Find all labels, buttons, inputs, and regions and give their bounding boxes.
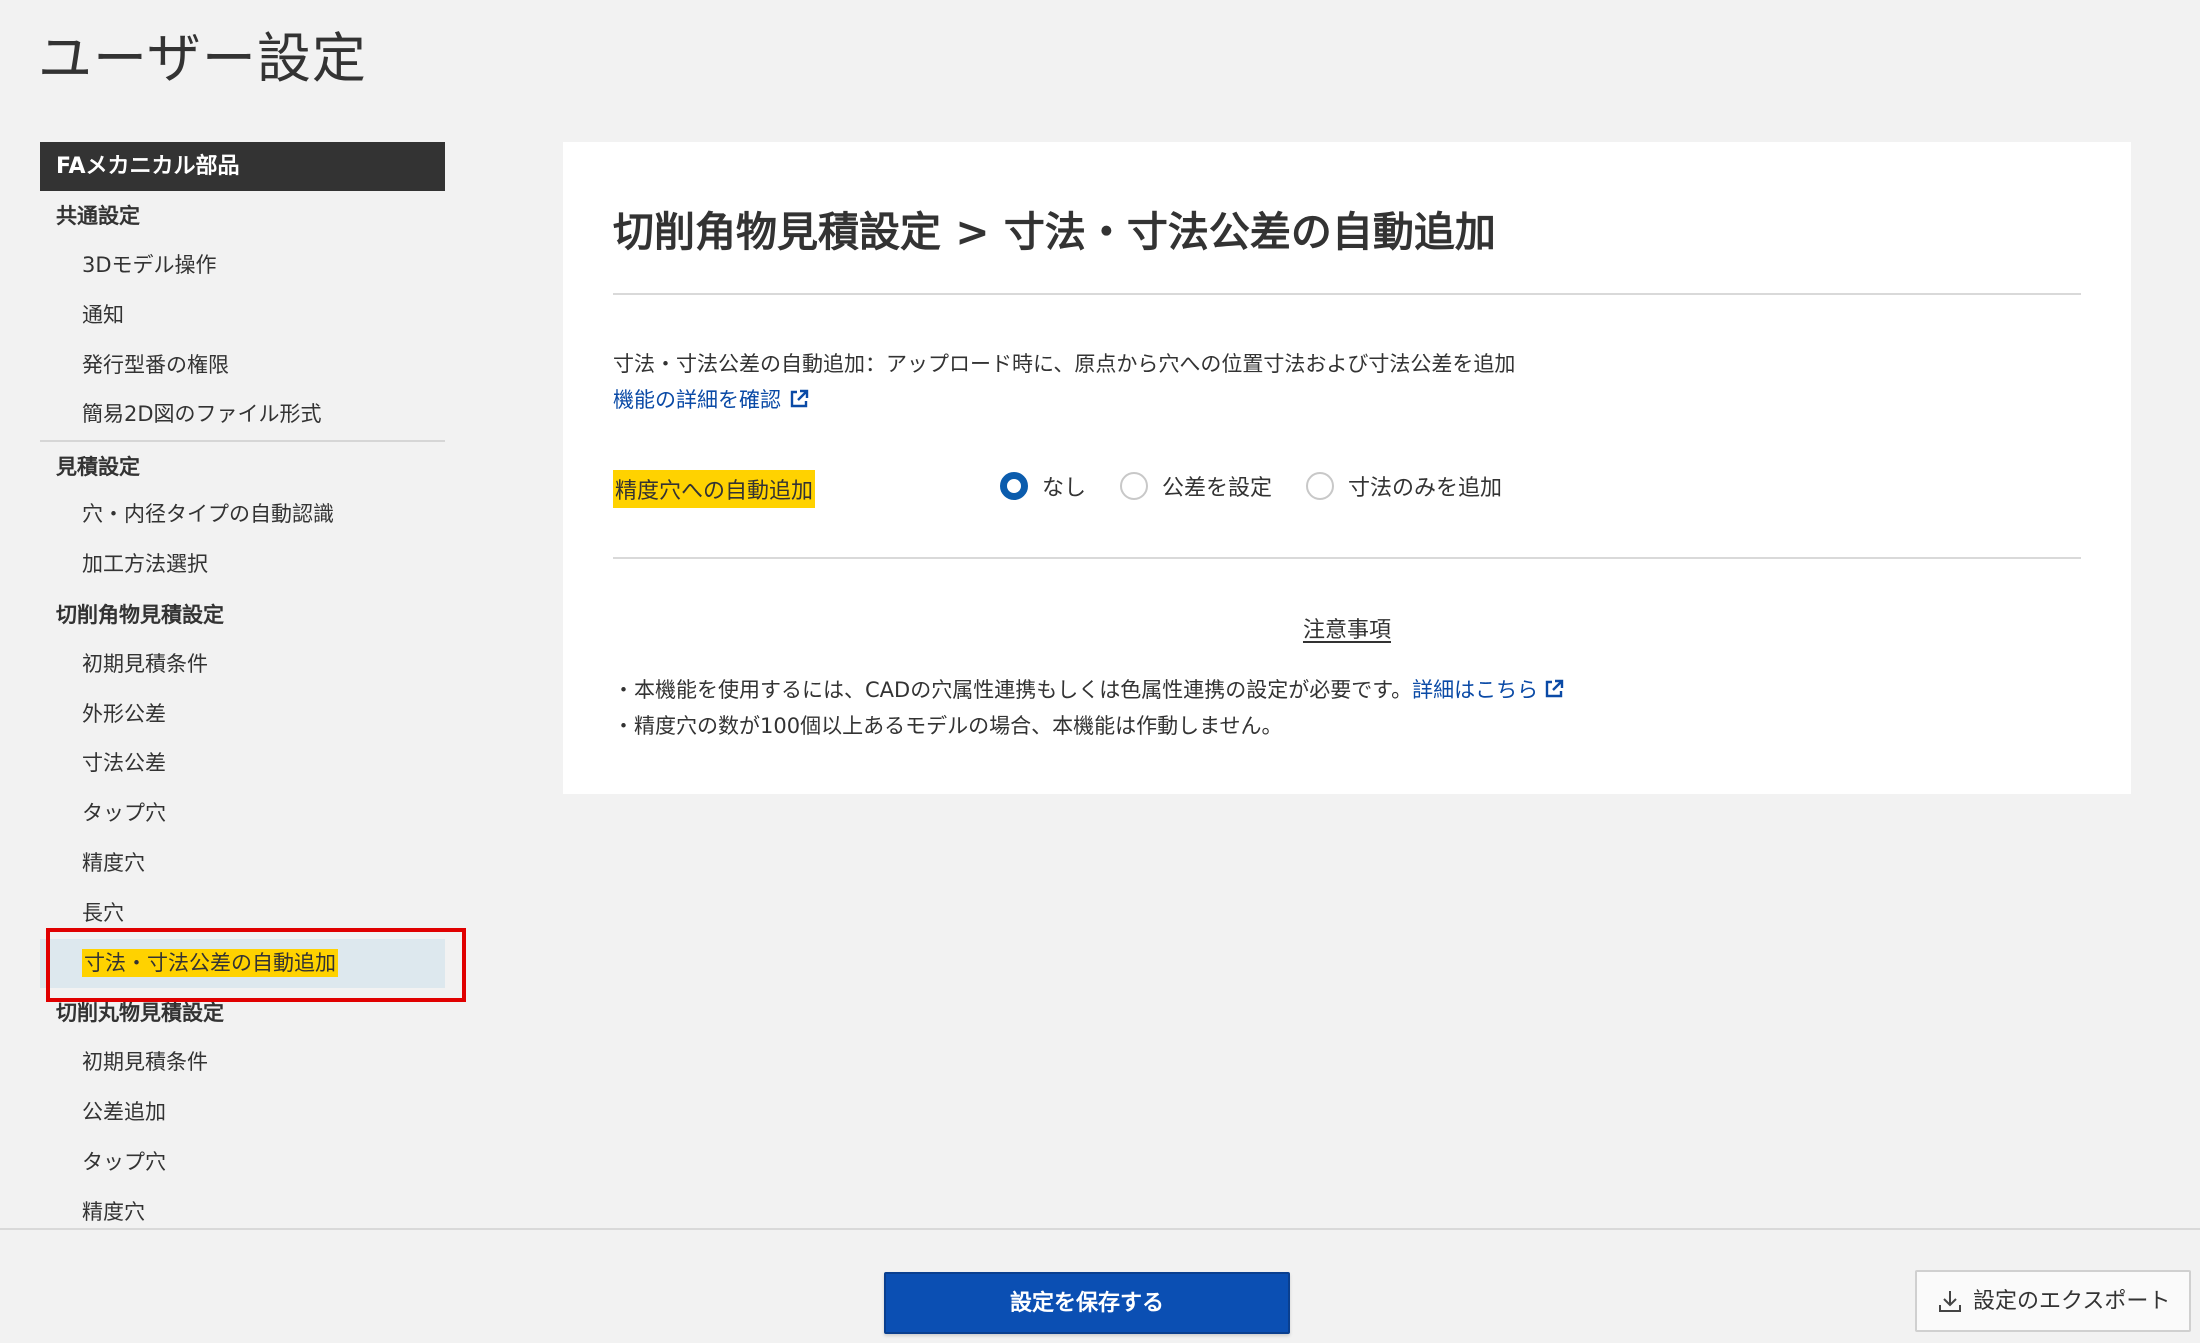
radio-unselected[interactable]	[1120, 472, 1149, 500]
sidebar: FAメカニカル部品 共通設定 3Dモデル操作 通知 発行型番の権限 簡易2D図の…	[40, 142, 445, 1229]
footer-bar: 設定を保存する 設定のエクスポート	[0, 1228, 2200, 1343]
sidebar-item-hole-auto-recognition[interactable]: 穴・内径タイプの自動認識	[40, 490, 445, 540]
sidebar-item-part-number-permission[interactable]: 発行型番の権限	[40, 341, 445, 391]
feature-description: 寸法・寸法公差の自動追加：アップロード時に、原点から穴への位置寸法および寸法公差…	[613, 352, 1516, 376]
sidebar-item-round-precision-hole[interactable]: 精度穴	[40, 1188, 445, 1229]
page-title: ユーザー設定	[38, 27, 367, 90]
precision-hole-auto-add-radio-group: なし 公差を設定 寸法のみを追加	[1000, 470, 1536, 502]
radio-selected[interactable]	[1000, 472, 1028, 500]
radio-option-set-tolerance[interactable]: 公差を設定	[1120, 470, 1272, 502]
radio-option-label: 公差を設定	[1162, 476, 1273, 501]
note-text: ・本機能を使用するには、CADの穴属性連携もしくは色属性連携の設定が必要です。	[613, 678, 1413, 702]
sidebar-item-block-initial-conditions[interactable]: 初期見積条件	[40, 640, 445, 690]
radio-unselected[interactable]	[1306, 472, 1335, 500]
settings-card: 切削角物見積設定 > 寸法・寸法公差の自動追加 寸法・寸法公差の自動追加：アップ…	[563, 142, 2131, 794]
notes-title: 注意事項	[563, 612, 2131, 644]
sidebar-item-2d-file-format[interactable]: 簡易2D図のファイル形式	[40, 390, 445, 440]
section-title: 切削角物見積設定 > 寸法・寸法公差の自動追加	[613, 208, 1496, 256]
save-settings-button[interactable]: 設定を保存する	[884, 1272, 1290, 1334]
callout-highlight-box	[46, 928, 466, 1002]
radio-option-none[interactable]: なし	[1000, 470, 1086, 502]
divider	[613, 557, 2081, 559]
note-item: ・本機能を使用するには、CADの穴属性連携もしくは色属性連携の設定が必要です。詳…	[613, 674, 1564, 704]
user-settings-page: ユーザー設定 FAメカニカル部品 共通設定 3Dモデル操作 通知 発行型番の権限…	[0, 0, 2200, 1343]
sidebar-item-round-tapped-hole[interactable]: タップ穴	[40, 1138, 445, 1188]
feature-detail-link-label: 機能の詳細を確認	[613, 388, 781, 412]
sidebar-item-block-outer-tolerance[interactable]: 外形公差	[40, 690, 445, 740]
sidebar-item-round-initial-conditions[interactable]: 初期見積条件	[40, 1038, 445, 1088]
download-icon	[1937, 1288, 1963, 1314]
radio-option-label: 寸法のみを追加	[1348, 476, 1503, 501]
export-settings-label: 設定のエクスポート	[1973, 1288, 2171, 1313]
sidebar-item-notification[interactable]: 通知	[40, 291, 445, 341]
note-item: ・精度穴の数が100個以上あるモデルの場合、本機能は作動しません。	[613, 714, 1283, 738]
sidebar-item-machining-method[interactable]: 加工方法選択	[40, 540, 445, 590]
sidebar-item-block-precision-hole[interactable]: 精度穴	[40, 839, 445, 889]
sidebar-header: FAメカニカル部品	[40, 142, 445, 191]
sidebar-group-estimate: 見積設定	[40, 440, 445, 490]
sidebar-item-block-tapped-hole[interactable]: タップ穴	[40, 789, 445, 839]
sidebar-group-common: 共通設定	[56, 204, 140, 228]
sidebar-item-round-add-tolerance[interactable]: 公差追加	[40, 1088, 445, 1138]
radio-option-label: なし	[1042, 476, 1087, 501]
radio-option-dimension-only[interactable]: 寸法のみを追加	[1306, 470, 1502, 502]
export-settings-button[interactable]: 設定のエクスポート	[1915, 1270, 2191, 1332]
sidebar-group-block-estimate: 切削角物見積設定	[56, 602, 224, 627]
note-detail-link[interactable]: 詳細はこちら	[1412, 678, 1564, 702]
notes-title-label: 注意事項	[1302, 618, 1391, 643]
divider	[613, 293, 2081, 295]
external-link-icon	[1544, 679, 1564, 699]
sidebar-item-block-dimension-tolerance[interactable]: 寸法公差	[40, 739, 445, 789]
sidebar-item-3d-model[interactable]: 3Dモデル操作	[40, 241, 445, 291]
precision-hole-auto-add-label: 精度穴への自動追加	[613, 470, 816, 508]
note-detail-link-label: 詳細はこちら	[1412, 678, 1539, 702]
feature-detail-link[interactable]: 機能の詳細を確認	[613, 384, 809, 414]
external-link-icon	[789, 389, 809, 409]
